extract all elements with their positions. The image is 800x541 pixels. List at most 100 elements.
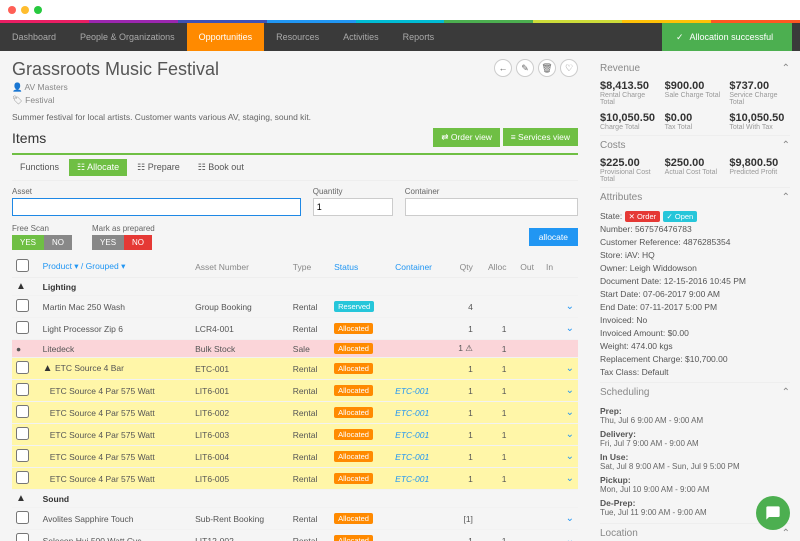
group-row[interactable]: ▲Sound <box>12 490 578 508</box>
expand-icon[interactable]: ▲ <box>12 278 39 296</box>
row-checkbox[interactable] <box>16 511 29 524</box>
order-view-button[interactable]: ⇄ Order view <box>433 128 500 147</box>
table-row[interactable]: ETC Source 4 Par 575 WattLIT6-001RentalA… <box>12 380 578 402</box>
row-select: ● <box>12 340 39 358</box>
type: Rental <box>289 380 330 402</box>
chevron-up-icon[interactable]: ⌃ <box>782 387 790 398</box>
row-menu-icon[interactable]: ⌄ <box>557 424 578 446</box>
edit-icon[interactable]: ✎ <box>516 59 534 77</box>
close-dot[interactable] <box>8 6 16 14</box>
row-select[interactable] <box>12 424 39 446</box>
col-header[interactable]: Product ▾ / Grouped ▾ <box>39 256 191 278</box>
nav-reports[interactable]: Reports <box>391 23 447 51</box>
max-dot[interactable] <box>34 6 42 14</box>
row-select[interactable] <box>12 358 39 380</box>
nav-resources[interactable]: Resources <box>264 23 331 51</box>
table-row[interactable]: ETC Source 4 Par 575 WattLIT6-004RentalA… <box>12 446 578 468</box>
attribute-line: Customer Reference: 4876285354 <box>600 235 790 248</box>
allocate-button[interactable]: allocate <box>529 228 578 246</box>
in <box>538 424 557 446</box>
metric-cell: $10,050.50Total With Tax <box>729 112 790 131</box>
row-checkbox[interactable] <box>16 427 29 440</box>
table-row[interactable]: Martin Mac 250 WashGroup BookingRentalRe… <box>12 296 578 318</box>
chevron-up-icon[interactable]: ⌃ <box>782 140 790 151</box>
row-checkbox[interactable] <box>16 449 29 462</box>
state-order-badge: ✕ Order <box>625 211 661 222</box>
table-row[interactable]: ▲ ETC Source 4 BarETC-001RentalAllocated… <box>12 358 578 380</box>
row-menu-icon[interactable]: ⌄ <box>557 468 578 490</box>
toolbar-functions[interactable]: Functions <box>12 159 67 176</box>
expand-icon[interactable]: ▲ <box>12 490 39 508</box>
nav-people-organizations[interactable]: People & Organizations <box>68 23 187 51</box>
min-dot[interactable] <box>21 6 29 14</box>
services-view-button[interactable]: ≡ Services view <box>503 128 578 146</box>
chat-button[interactable] <box>756 496 790 530</box>
row-checkbox[interactable] <box>16 383 29 396</box>
asset-input[interactable] <box>12 198 301 216</box>
row-select[interactable] <box>12 530 39 541</box>
row-menu-icon[interactable]: ⌄ <box>557 402 578 424</box>
container-link <box>391 358 448 380</box>
table-row[interactable]: Avolites Sapphire TouchSub-Rent BookingR… <box>12 508 578 530</box>
nav-activities[interactable]: Activities <box>331 23 391 51</box>
container-link[interactable]: ETC-001 <box>391 380 448 402</box>
type: Rental <box>289 318 330 340</box>
col-header[interactable]: Container <box>391 256 448 278</box>
container-link[interactable]: ETC-001 <box>391 424 448 446</box>
row-menu-icon[interactable]: ⌄ <box>557 508 578 530</box>
container-link[interactable]: ETC-001 <box>391 468 448 490</box>
table-row[interactable]: Selecon Hui 500 Watt CycLIT12-002RentalA… <box>12 530 578 541</box>
toolbar-allocate[interactable]: ☷ Allocate <box>69 159 127 176</box>
row-select[interactable] <box>12 296 39 318</box>
heart-icon[interactable]: ♡ <box>560 59 578 77</box>
group-row[interactable]: ▲Lighting <box>12 278 578 296</box>
table-row[interactable]: ●LitedeckBulk StockSaleAllocated1 ⚠1 <box>12 340 578 358</box>
status-badge: Reserved <box>330 296 391 318</box>
row-select[interactable] <box>12 318 39 340</box>
row-select[interactable] <box>12 468 39 490</box>
row-checkbox[interactable] <box>16 405 29 418</box>
free-scan-toggle[interactable]: YESNO <box>12 235 72 250</box>
row-menu-icon[interactable]: ⌄ <box>557 318 578 340</box>
row-menu-icon[interactable]: ⌄ <box>557 380 578 402</box>
toolbar-prepare[interactable]: ☷ Prepare <box>129 159 188 176</box>
table-row[interactable]: ETC Source 4 Par 575 WattLIT6-002RentalA… <box>12 402 578 424</box>
col-header[interactable]: Status <box>330 256 391 278</box>
product-name: ETC Source 4 Par 575 Watt <box>39 380 191 402</box>
out <box>510 318 538 340</box>
row-select[interactable] <box>12 508 39 530</box>
row-checkbox[interactable] <box>16 299 29 312</box>
mark-prepared-toggle[interactable]: YESNO <box>92 235 155 250</box>
qty-input[interactable] <box>313 198 393 216</box>
attribute-line: Number: 567576476783 <box>600 222 790 235</box>
container-input[interactable] <box>405 198 578 216</box>
nav-dashboard[interactable]: Dashboard <box>0 23 68 51</box>
chevron-up-icon[interactable]: ⌃ <box>782 63 790 74</box>
product-name: Martin Mac 250 Wash <box>39 296 191 318</box>
row-menu-icon[interactable]: ⌄ <box>557 296 578 318</box>
row-menu-icon[interactable]: ⌄ <box>557 358 578 380</box>
row-checkbox[interactable] <box>16 471 29 484</box>
chevron-up-icon[interactable]: ⌃ <box>782 528 790 539</box>
row-menu-icon[interactable]: ⌄ <box>557 530 578 541</box>
back-icon[interactable]: ← <box>494 59 512 77</box>
chevron-up-icon[interactable]: ⌃ <box>782 192 790 203</box>
table-row[interactable]: ETC Source 4 Par 575 WattLIT6-005RentalA… <box>12 468 578 490</box>
table-row[interactable]: Light Processor Zip 6LCR4-001RentalAlloc… <box>12 318 578 340</box>
asset-number: LIT6-004 <box>191 446 289 468</box>
product-name: Avolites Sapphire Touch <box>39 508 191 530</box>
container-link[interactable]: ETC-001 <box>391 446 448 468</box>
row-menu-icon[interactable]: ⌄ <box>557 446 578 468</box>
row-checkbox[interactable] <box>16 321 29 334</box>
row-checkbox[interactable] <box>16 361 29 374</box>
row-select[interactable] <box>12 446 39 468</box>
row-select[interactable] <box>12 402 39 424</box>
trash-icon[interactable]: 🗑 <box>538 59 556 77</box>
row-select[interactable] <box>12 380 39 402</box>
metric-cell: $10,050.50Charge Total <box>600 112 661 131</box>
toolbar-book-out[interactable]: ☷ Book out <box>190 159 252 176</box>
select-all-checkbox[interactable] <box>16 259 29 272</box>
table-row[interactable]: ETC Source 4 Par 575 WattLIT6-003RentalA… <box>12 424 578 446</box>
nav-opportunities[interactable]: Opportunities <box>187 23 265 51</box>
container-link[interactable]: ETC-001 <box>391 402 448 424</box>
